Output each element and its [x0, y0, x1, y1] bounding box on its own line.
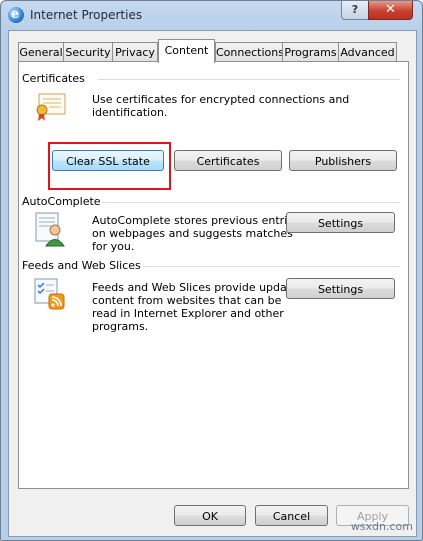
watermark-text: wsxdn.com — [350, 520, 413, 533]
tab-connections[interactable]: Connections — [215, 42, 284, 62]
tab-programs[interactable]: Programs — [282, 42, 339, 62]
tab-privacy[interactable]: Privacy — [112, 42, 158, 62]
certificates-button[interactable]: Certificates — [174, 150, 282, 171]
certificates-separator — [98, 79, 400, 80]
autocomplete-user-form-icon — [33, 210, 67, 248]
certificate-icon — [33, 92, 67, 122]
tab-security[interactable]: Security — [63, 42, 113, 62]
feeds-description-line4: programs. — [92, 320, 149, 333]
feeds-group-title: Feeds and Web Slices — [22, 259, 141, 272]
certificates-group-title: Certificates — [22, 72, 85, 85]
autocomplete-description-line1: AutoComplete stores previous entries — [92, 214, 300, 227]
publishers-button[interactable]: Publishers — [289, 150, 397, 171]
ok-button[interactable]: OK — [174, 505, 246, 526]
window-title: Internet Properties — [30, 8, 143, 22]
dialog-client-area: General Security Privacy Content Connect… — [8, 30, 417, 537]
tab-content[interactable]: Content — [158, 39, 215, 63]
autocomplete-separator — [102, 202, 400, 203]
close-button[interactable]: ✕ — [368, 1, 413, 20]
highlight-annotation-box — [48, 142, 171, 190]
tab-general[interactable]: General — [18, 42, 64, 62]
feeds-settings-button[interactable]: Settings — [286, 278, 395, 299]
internet-explorer-icon: e — [8, 7, 24, 23]
autocomplete-group-title: AutoComplete — [22, 195, 101, 208]
feeds-description-line1: Feeds and Web Slices provide updated — [92, 281, 305, 294]
feeds-description-line2: content from websites that can be — [92, 294, 282, 307]
autocomplete-description-line3: for you. — [92, 240, 135, 253]
internet-properties-window: e Internet Properties ? ✕ General Securi… — [0, 0, 423, 541]
feeds-rss-icon — [33, 277, 67, 311]
title-bar[interactable]: e Internet Properties ? ✕ — [1, 1, 422, 31]
cancel-button[interactable]: Cancel — [255, 505, 328, 526]
content-tab-panel: Certificates Use certificates for encryp… — [18, 61, 409, 489]
feeds-separator — [143, 266, 400, 267]
help-button[interactable]: ? — [341, 1, 369, 20]
autocomplete-settings-button[interactable]: Settings — [286, 212, 395, 233]
autocomplete-description-line2: on webpages and suggests matches — [92, 227, 293, 240]
certificates-description: Use certificates for encrypted connectio… — [92, 93, 350, 119]
tab-advanced[interactable]: Advanced — [338, 42, 397, 62]
feeds-description-line3: read in Internet Explorer and other — [92, 307, 284, 320]
